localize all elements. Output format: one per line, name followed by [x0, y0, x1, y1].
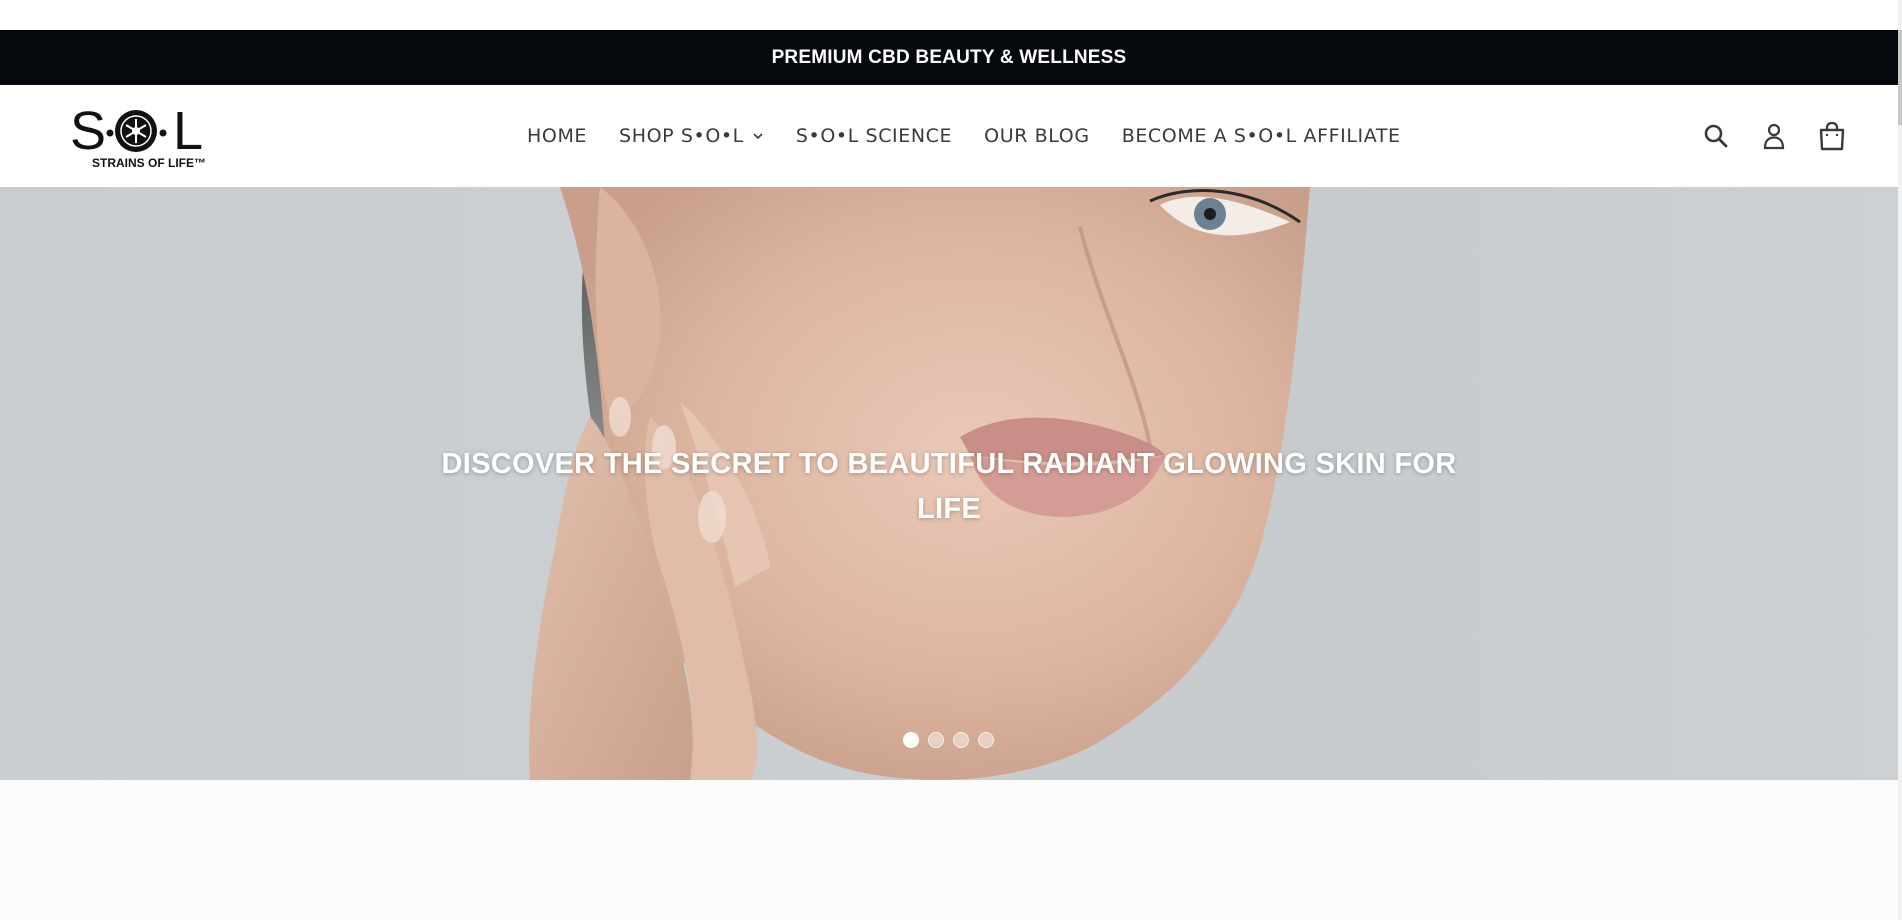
scrollbar[interactable] [1898, 0, 1902, 920]
sol-logo[interactable]: S L STRAINS OF LIFE™ [70, 103, 226, 171]
search-icon[interactable] [1702, 120, 1730, 152]
hero-title: DISCOVER THE SECRET TO BEAUTIFUL RADIANT… [441, 448, 1457, 525]
nav-our-blog[interactable]: OUR BLOG [984, 125, 1090, 147]
chevron-down-icon [753, 133, 763, 140]
page: PREMIUM CBD BEAUTY & WELLNESS S L STRAIN… [0, 0, 1898, 920]
main-nav: HOME SHOP S•O•L S•O•L SCIENCE OUR BLOG B… [527, 85, 1401, 187]
header-icons [1702, 85, 1846, 187]
slide-dot-3[interactable] [953, 732, 969, 748]
svg-text:L: L [173, 103, 203, 161]
logo-tagline: STRAINS OF LIFE™ [92, 156, 206, 170]
hero-slideshow[interactable]: DISCOVER THE SECRET TO BEAUTIFUL RADIANT… [0, 187, 1898, 780]
nav-shop-sol[interactable]: SHOP S•O•L [619, 125, 764, 147]
slide-indicators [903, 732, 994, 748]
nav-home[interactable]: HOME [527, 125, 587, 147]
nav-become-affiliate[interactable]: BECOME A S•O•L AFFILIATE [1122, 125, 1401, 147]
slide-dot-1[interactable] [903, 732, 919, 748]
site-header: S L STRAINS OF LIFE™ HOME SHOP S•O•L S•O… [0, 85, 1898, 187]
account-icon[interactable] [1760, 120, 1788, 152]
svg-text:S: S [70, 103, 106, 161]
slide-dot-4[interactable] [978, 732, 994, 748]
announcement-text: PREMIUM CBD BEAUTY & WELLNESS [771, 46, 1127, 68]
scrollbar-thumb[interactable] [1898, 30, 1902, 125]
announcement-bar: PREMIUM CBD BEAUTY & WELLNESS [0, 30, 1898, 85]
slide-dot-2[interactable] [928, 732, 944, 748]
content-area [0, 780, 1898, 920]
cart-icon[interactable] [1818, 120, 1846, 152]
nav-sol-science[interactable]: S•O•L SCIENCE [796, 125, 952, 147]
